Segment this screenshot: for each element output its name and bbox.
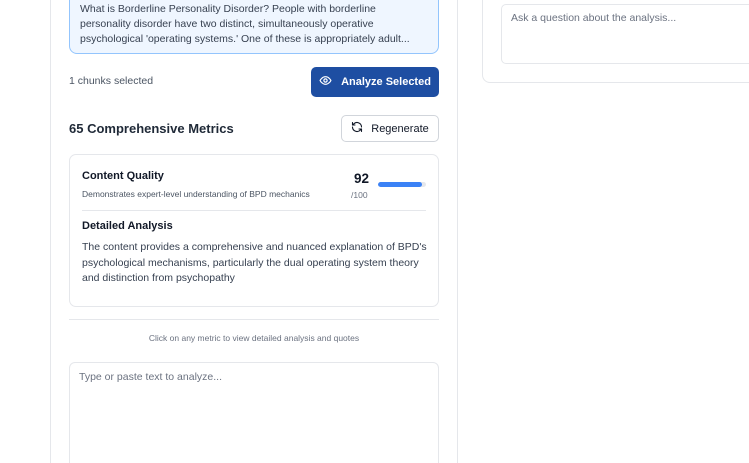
metric-divider	[82, 210, 426, 211]
refresh-icon	[351, 121, 363, 136]
metric-name: Content Quality	[82, 170, 164, 182]
chunk-text: What is Borderline Personality Disorder?…	[80, 3, 410, 45]
regenerate-button[interactable]: Regenerate	[341, 115, 439, 142]
metrics-hint: Click on any metric to view detailed ana…	[148, 333, 360, 343]
detailed-analysis-heading: Detailed Analysis	[82, 220, 173, 232]
analysis-panel: What is Borderline Personality Disorder?…	[50, 0, 458, 463]
detailed-analysis-text: The content provides a comprehensive and…	[82, 241, 427, 284]
metric-score-fill	[378, 182, 423, 187]
app-page: What is Borderline Personality Disorder?…	[0, 0, 749, 463]
metric-card[interactable]: Content Quality Demonstrates expert-leve…	[69, 154, 439, 307]
selected-count: 1 chunks selected	[69, 75, 154, 87]
eye-icon	[319, 74, 332, 90]
metric-description: Demonstrates expert-level understanding …	[82, 189, 310, 199]
section-divider	[69, 319, 439, 320]
metric-score-max: /100	[351, 190, 368, 200]
analyze-selected-label: Analyze Selected	[341, 76, 431, 88]
regenerate-label: Regenerate	[371, 122, 429, 135]
selected-chunk-card[interactable]: What is Borderline Personality Disorder?…	[69, 0, 439, 54]
metric-score-bar	[378, 182, 426, 187]
question-input[interactable]	[501, 4, 749, 64]
metric-score: 92	[354, 171, 370, 186]
analyze-selected-button[interactable]: Analyze Selected	[311, 67, 439, 97]
metrics-title: 65 Comprehensive Metrics	[69, 121, 234, 136]
analyze-text-input[interactable]	[69, 362, 439, 463]
